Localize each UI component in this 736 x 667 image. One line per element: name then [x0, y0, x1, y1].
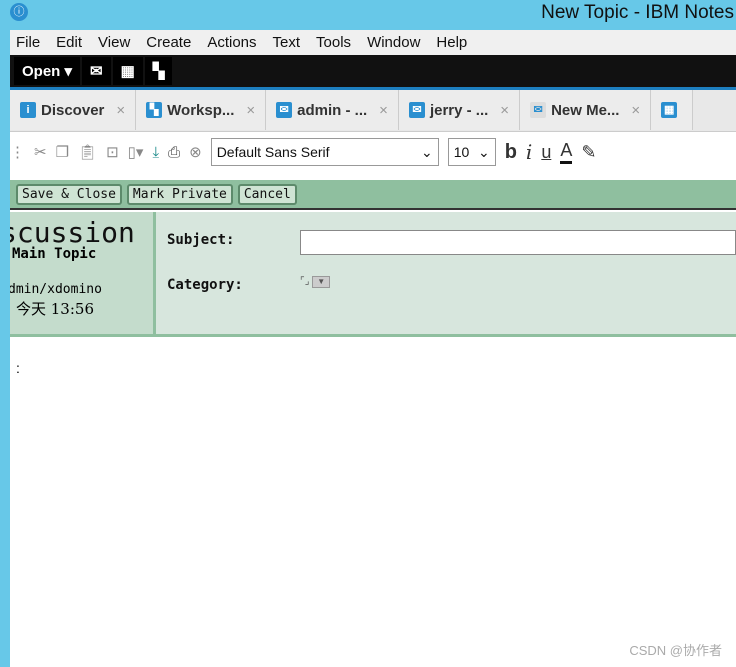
- form-subtitle: Main Topic: [12, 246, 97, 262]
- timestamp: 今天 13:56: [16, 300, 94, 318]
- text-color-icon[interactable]: A: [560, 140, 573, 164]
- workspace-icon[interactable]: ▚: [144, 57, 173, 85]
- menu-text[interactable]: Text: [273, 34, 301, 51]
- cancel-button[interactable]: Cancel: [237, 183, 297, 205]
- author: dmin/xdomino: [10, 282, 102, 297]
- close-icon[interactable]: ×: [631, 102, 640, 119]
- tab-label: admin - ...: [297, 101, 368, 119]
- font-size-select[interactable]: 10 ⌄: [447, 138, 496, 166]
- menu-bar: File Edit View Create Actions Text Tools…: [10, 30, 736, 55]
- calendar-icon: ▦: [661, 102, 678, 118]
- menu-edit[interactable]: Edit: [56, 34, 82, 51]
- copy-icon[interactable]: ❐: [56, 143, 69, 161]
- menu-view[interactable]: View: [98, 34, 130, 51]
- menu-create[interactable]: Create: [146, 34, 191, 51]
- action-bar: Save & Close Mark Private Cancel: [10, 180, 736, 210]
- font-select[interactable]: Default Sans Serif ⌄: [210, 138, 439, 166]
- close-icon[interactable]: ×: [500, 102, 509, 119]
- link-icon[interactable]: ⊡: [106, 143, 119, 161]
- workspace-icon: ▚: [146, 102, 163, 118]
- menu-tools[interactable]: Tools: [316, 34, 351, 51]
- mail-icon: ✉: [276, 102, 293, 118]
- toolbar-grip: ⋮: [10, 144, 25, 161]
- tab-label: Worksp...: [167, 101, 235, 119]
- calendar-icon[interactable]: ▦: [112, 57, 143, 85]
- subject-label: Subject:: [167, 232, 235, 248]
- menu-actions[interactable]: Actions: [207, 34, 256, 51]
- close-icon[interactable]: ×: [116, 102, 125, 119]
- tab-new-memo[interactable]: ✉ New Me... ×: [520, 90, 652, 130]
- watermark: CSDN @协作者: [629, 643, 722, 658]
- app-window: File Edit View Create Actions Text Tools…: [10, 30, 736, 667]
- tab-discover[interactable]: i Discover ×: [10, 90, 137, 130]
- tab-bar: i Discover × ▚ Worksp... × ✉ admin - ... × ✉ je…: [10, 90, 736, 132]
- tab-admin-mail[interactable]: ✉ admin - ... ×: [266, 90, 399, 130]
- mail-icon[interactable]: ✉: [82, 57, 111, 85]
- menu-window[interactable]: Window: [367, 34, 420, 51]
- form-header: scussion Main Topic dmin/xdomino 今天 13:5…: [10, 212, 736, 337]
- print-icon[interactable]: ⎙: [168, 144, 180, 161]
- form-banner: scussion Main Topic dmin/xdomino 今天 13:5…: [10, 212, 156, 334]
- font-size-value: 10: [453, 144, 470, 160]
- bold-icon[interactable]: b: [505, 141, 517, 164]
- download-icon[interactable]: ⤓: [152, 144, 159, 161]
- highlight-icon[interactable]: ✎: [581, 142, 596, 163]
- category-field[interactable]: ⌜⌟ ▼: [300, 276, 331, 288]
- mark-private-button[interactable]: Mark Private: [126, 183, 233, 205]
- main-toolbar: Open ▾ ✉ ▦ ▚: [10, 55, 736, 90]
- new-icon[interactable]: ▯▾: [128, 143, 144, 161]
- body-field[interactable]: :: [16, 360, 20, 376]
- stop-icon[interactable]: ⊗: [189, 143, 202, 161]
- form-title: scussion: [10, 216, 135, 249]
- menu-help[interactable]: Help: [436, 34, 467, 51]
- format-toolbar: ⋮ ✂ ❐ 📋︎ ⊡ ▯▾ ⤓ ⎙ ⊗ Default Sans Serif ⌄ …: [10, 132, 736, 172]
- tab-label: New Me...: [551, 101, 620, 119]
- chevron-down-icon: ⌄: [477, 143, 490, 160]
- menu-file[interactable]: File: [16, 34, 40, 51]
- tab-workspace[interactable]: ▚ Worksp... ×: [136, 90, 267, 130]
- close-icon[interactable]: ×: [246, 102, 255, 119]
- close-icon[interactable]: ×: [379, 102, 388, 119]
- ibm-notes-logo-icon: ⓘ: [10, 3, 28, 21]
- italic-icon[interactable]: i: [526, 140, 532, 164]
- save-close-button[interactable]: Save & Close: [16, 183, 122, 205]
- window-title: New Topic - IBM Notes: [541, 2, 734, 23]
- open-button[interactable]: Open ▾: [14, 57, 81, 85]
- new-memo-icon: ✉: [530, 102, 547, 118]
- paste-icon[interactable]: 📋︎: [78, 143, 97, 161]
- font-value: Default Sans Serif: [216, 144, 330, 160]
- open-label: Open: [22, 62, 61, 80]
- info-icon: i: [20, 102, 36, 118]
- tab-calendar[interactable]: ▦: [651, 90, 694, 130]
- title-bar: ⓘ New Topic - IBM Notes: [0, 0, 736, 30]
- tab-label: Discover: [41, 101, 105, 119]
- chevron-down-icon: ⌄: [420, 143, 433, 160]
- mail-icon: ✉: [408, 102, 425, 118]
- cut-icon[interactable]: ✂: [34, 143, 47, 161]
- tab-label: jerry - ...: [429, 101, 489, 119]
- subject-input[interactable]: [300, 230, 736, 255]
- tab-jerry-mail[interactable]: ✉ jerry - ... ×: [398, 90, 521, 130]
- chevron-down-icon[interactable]: ▼: [312, 276, 331, 288]
- category-label: Category:: [167, 277, 243, 293]
- underline-icon[interactable]: u: [541, 142, 551, 163]
